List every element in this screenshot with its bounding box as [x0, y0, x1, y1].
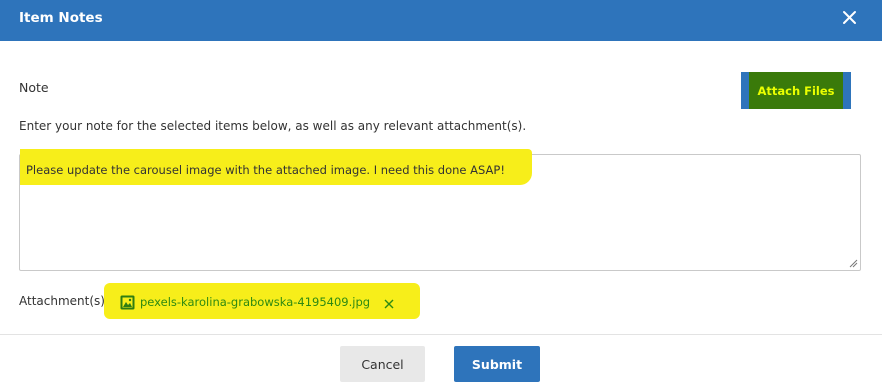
note-textarea[interactable]: Please update the carousel image with th…	[19, 149, 861, 271]
item-notes-dialog: Item Notes Note Attach Files Enter your …	[0, 0, 882, 391]
attachment-file-name[interactable]: pexels-karolina-grabowska-4195409.jpg	[140, 295, 370, 309]
attachments-label: Attachment(s):	[19, 294, 110, 308]
resize-grip-icon[interactable]	[849, 259, 858, 268]
cancel-button[interactable]: Cancel	[340, 346, 425, 382]
attach-files-button[interactable]: Attach Files	[741, 72, 851, 109]
submit-button[interactable]: Submit	[454, 346, 540, 382]
note-instructions: Enter your note for the selected items b…	[19, 119, 527, 133]
dialog-title: Item Notes	[19, 10, 103, 26]
footer-divider	[0, 334, 882, 335]
remove-icon[interactable]	[383, 298, 395, 310]
note-label: Note	[19, 80, 49, 95]
note-text: Please update the carousel image with th…	[26, 163, 505, 177]
dialog-header: Item Notes	[0, 0, 882, 41]
attachment-item: pexels-karolina-grabowska-4195409.jpg	[120, 294, 395, 310]
attach-files-label: Attach Files	[749, 72, 843, 109]
close-icon	[843, 11, 856, 24]
image-file-icon	[120, 295, 135, 309]
close-button[interactable]	[840, 8, 860, 28]
